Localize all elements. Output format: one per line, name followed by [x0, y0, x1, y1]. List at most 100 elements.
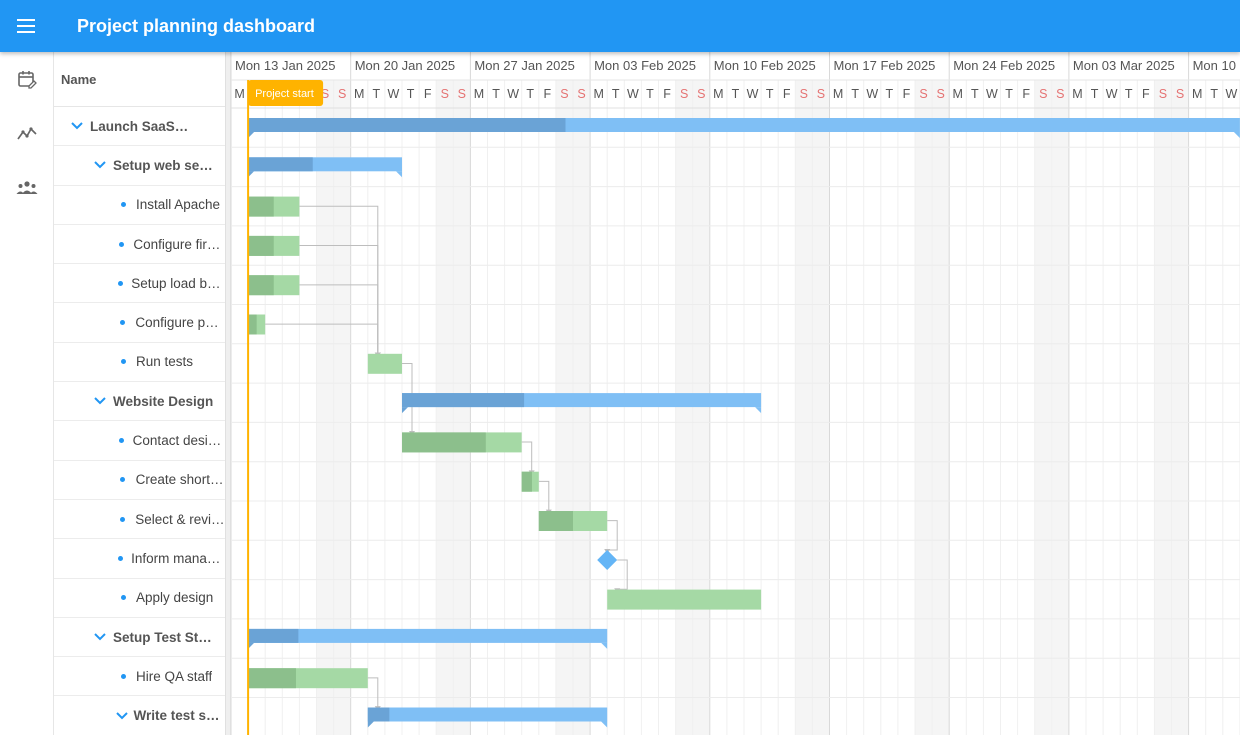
task-name: Contact designers	[132, 433, 225, 449]
day-letter: T	[373, 87, 381, 101]
tree-row[interactable]: Inform management	[54, 539, 225, 579]
leaf-bullet-icon	[112, 320, 133, 326]
day-letter: S	[1039, 87, 1047, 101]
nav-team-button[interactable]	[0, 160, 54, 214]
tree-row[interactable]: Install Apache	[54, 186, 225, 225]
day-letter: S	[817, 87, 825, 101]
day-letter: S	[697, 87, 705, 101]
leaf-bullet-icon	[112, 477, 134, 483]
summary-right-cap	[1233, 132, 1240, 138]
task-name: Install Apache	[136, 197, 221, 213]
tree-row[interactable]: Launch SaaS Product	[54, 107, 225, 147]
tree-rows: Launch SaaS Product Setup web server Insta…	[54, 107, 225, 735]
day-letter: W	[747, 87, 759, 101]
tree-row[interactable]: Run tests	[54, 343, 225, 383]
tree-row[interactable]: Website Design	[54, 382, 225, 422]
week-label: Mon 03 Mar 2025	[1073, 58, 1175, 73]
nav-timeline-button[interactable]	[0, 106, 54, 160]
task-name: Select & review	[135, 511, 225, 527]
day-letter: W	[1225, 87, 1237, 101]
expand-toggle[interactable]	[89, 633, 111, 641]
day-letter: S	[1176, 87, 1184, 101]
task-name: Hire QA staff	[136, 668, 213, 684]
day-letter: W	[986, 87, 998, 101]
day-letter: F	[424, 87, 432, 101]
day-letter: F	[1142, 87, 1150, 101]
tree-row[interactable]: Apply design	[54, 579, 225, 618]
week-label: Mon 17 Feb 2025	[834, 58, 936, 73]
menu-button[interactable]	[0, 0, 52, 52]
dependency-line	[606, 520, 618, 552]
leaf-bullet-icon	[112, 241, 131, 247]
day-letter: T	[766, 87, 774, 101]
day-letter: W	[627, 87, 639, 101]
tree-row[interactable]: Configure ports	[54, 303, 225, 343]
tree-row[interactable]: Hire QA staff	[54, 657, 225, 697]
expand-toggle[interactable]	[66, 122, 88, 130]
gantt-timeline[interactable]: Mon 13 Jan 2025 Mon 20 Jan 2025 Mon 27 Jan…	[231, 52, 1240, 735]
day-letter: S	[577, 87, 585, 101]
task-name: Website Design	[113, 393, 214, 409]
tree-row[interactable]: Setup Test Strategy	[54, 618, 225, 658]
expand-toggle[interactable]	[89, 397, 111, 405]
dependency-line	[538, 480, 550, 513]
task-bar	[367, 353, 402, 374]
tree-row[interactable]: Configure firewall	[54, 225, 225, 265]
app-title: Project planning dashboard	[77, 15, 316, 36]
milestone-diamond	[597, 549, 618, 570]
day-letter: M	[234, 87, 244, 101]
day-letter: S	[680, 87, 688, 101]
day-letter: S	[936, 87, 944, 101]
task-bar	[607, 589, 762, 610]
task-progress	[402, 432, 486, 453]
day-letter: S	[919, 87, 927, 101]
tree-row[interactable]: Contact designers	[54, 421, 225, 461]
summary-left-cap	[367, 721, 374, 728]
day-letter: T	[1125, 87, 1133, 101]
tree-row[interactable]: Setup load balancer	[54, 264, 225, 304]
task-progress	[248, 668, 296, 689]
tree-row[interactable]: Write test specs	[54, 696, 225, 735]
day-letter: M	[354, 87, 364, 101]
day-letter: T	[526, 87, 534, 101]
chevron-down-icon	[94, 161, 106, 169]
day-letter: M	[593, 87, 603, 101]
app-bar: Project planning dashboard	[0, 0, 1240, 52]
day-letter: M	[1192, 87, 1202, 101]
day-letter: S	[441, 87, 449, 101]
summary-right-cap	[601, 642, 608, 649]
tree-header-name[interactable]: Name	[54, 52, 225, 107]
task-tree: Name Launch SaaS Product Setup web server…	[54, 52, 225, 735]
task-name: Setup Test Strategy	[113, 629, 215, 645]
week-label: Mon 13 Jan 2025	[235, 58, 335, 73]
week-label: Mon 27 Jan 2025	[474, 58, 574, 73]
task-progress	[248, 275, 274, 296]
hamburger-icon	[17, 19, 35, 33]
task-name: Write test specs	[133, 708, 225, 724]
day-letter: S	[338, 87, 346, 101]
leaf-bullet-icon	[112, 516, 133, 522]
leaf-bullet-icon	[112, 555, 129, 561]
day-letter: W	[1106, 87, 1118, 101]
task-name: Setup load balancer	[131, 275, 225, 291]
day-letter: M	[833, 87, 843, 101]
tree-row[interactable]: Create shortlist	[54, 461, 225, 500]
task-progress	[248, 235, 274, 256]
tree-row[interactable]: Setup web server	[54, 146, 225, 186]
expand-toggle[interactable]	[112, 711, 131, 720]
chevron-down-icon	[94, 397, 106, 405]
expand-toggle[interactable]	[89, 161, 111, 169]
leaf-bullet-icon	[112, 202, 134, 208]
project-start-label: Project start	[255, 88, 314, 100]
day-letter: M	[1072, 87, 1082, 101]
summary-right-cap	[601, 721, 608, 728]
day-letter: S	[560, 87, 568, 101]
summary-left-cap	[402, 407, 408, 414]
day-letter: S	[1159, 87, 1167, 101]
chevron-down-icon	[116, 711, 128, 720]
day-letter: M	[713, 87, 723, 101]
tree-row[interactable]: Select & review	[54, 500, 225, 540]
nav-calendar-button[interactable]	[0, 52, 54, 106]
day-letter: T	[1210, 87, 1218, 101]
task-name: Run tests	[136, 354, 194, 370]
